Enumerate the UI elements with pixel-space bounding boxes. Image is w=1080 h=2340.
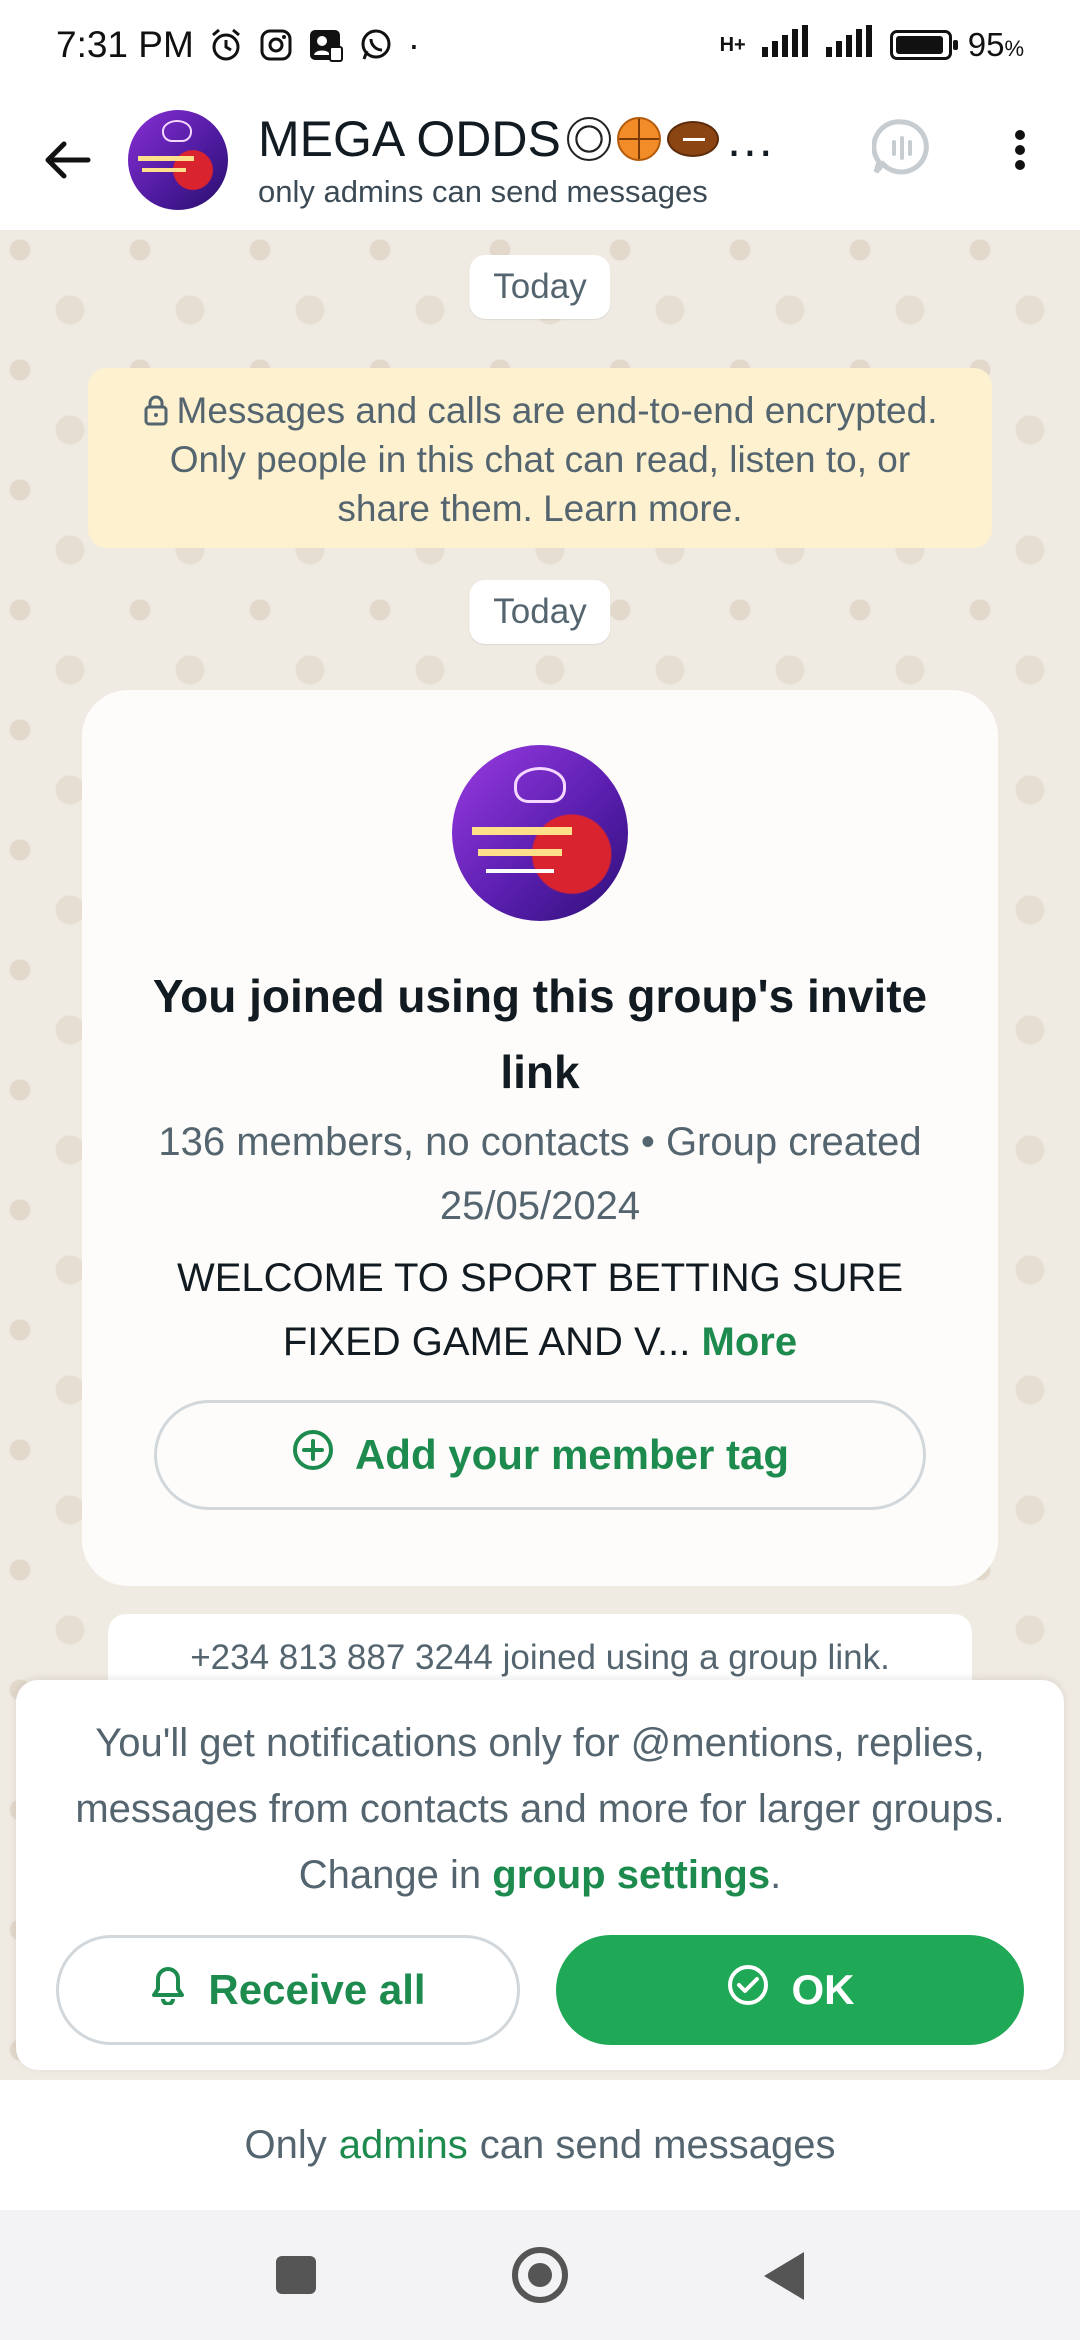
alarm-icon <box>208 27 244 63</box>
whatsapp-icon <box>358 27 394 63</box>
group-description[interactable]: WELCOME TO SPORT BETTING SURE FIXED GAME… <box>122 1246 958 1374</box>
admins-suffix: can send messages <box>479 2122 836 2167</box>
battery-percent: 95% <box>967 26 1024 63</box>
receive-all-button[interactable]: Receive all <box>56 1935 520 2045</box>
encryption-text: Messages and calls are end-to-end encryp… <box>169 390 938 529</box>
notification-text-end: . <box>770 1853 782 1897</box>
contact-card-icon <box>308 27 344 63</box>
status-bar: 7:31 PM · H+ 95% <box>0 0 1080 90</box>
status-right: H+ 95% <box>720 25 1024 65</box>
admins-link[interactable]: admins <box>339 2123 468 2168</box>
system-nav-bar <box>0 2210 1080 2340</box>
group-info[interactable]: MEGA ODDS … only admins can send message… <box>258 110 818 210</box>
add-circle-icon <box>291 1428 335 1482</box>
signal-icon <box>761 25 810 65</box>
basketball-emoji <box>616 117 661 161</box>
joined-title: You joined using this group's invite lin… <box>152 970 928 1098</box>
battery-level <box>895 36 944 54</box>
signal-icon-2 <box>825 25 874 65</box>
check-circle-icon <box>726 1963 770 2017</box>
battery-icon <box>889 30 958 60</box>
network-type: H+ <box>719 33 746 56</box>
voice-chat-icon[interactable] <box>871 118 932 178</box>
status-time: 7:31 PM <box>56 24 194 65</box>
ok-label: OK <box>791 1966 855 2013</box>
encryption-notice[interactable]: Messages and calls are end-to-end encryp… <box>88 368 992 548</box>
status-left: 7:31 PM · <box>56 24 420 66</box>
home-icon[interactable] <box>512 2247 568 2303</box>
add-member-tag-button[interactable]: Add your member tag <box>154 1400 926 1510</box>
chat-header: MEGA ODDS … only admins can send message… <box>0 90 1080 230</box>
notification-text: You'll get notifications only for @menti… <box>56 1710 1024 1908</box>
more-link[interactable]: More <box>702 1320 798 1364</box>
date-pill: Today <box>469 255 611 319</box>
status-dot: · <box>407 24 421 65</box>
soccer-ball-emoji <box>566 117 611 161</box>
group-subtitle: only admins can send messages <box>258 174 708 209</box>
ok-button[interactable]: OK <box>556 1935 1024 2045</box>
receive-all-label: Receive all <box>208 1966 426 2013</box>
group-avatar-large[interactable] <box>452 745 628 921</box>
group-meta: 136 members, no contacts • Group created… <box>158 1120 922 1228</box>
back-nav-icon[interactable] <box>764 2252 804 2300</box>
lock-icon <box>143 389 169 426</box>
group-title: MEGA ODDS … <box>258 110 818 168</box>
group-settings-link[interactable]: group settings <box>492 1853 770 1897</box>
football-emoji <box>666 121 719 157</box>
date-pill-2: Today <box>469 580 611 644</box>
notification-sheet: You'll get notifications only for @menti… <box>16 1680 1064 2070</box>
recents-icon[interactable] <box>276 2256 316 2294</box>
back-arrow-icon[interactable] <box>32 125 102 195</box>
title-ellipsis: … <box>724 111 775 167</box>
more-vert-icon[interactable] <box>1000 120 1040 180</box>
admins-prefix: Only <box>244 2122 327 2167</box>
group-avatar[interactable] <box>128 110 228 210</box>
bell-icon <box>150 1965 186 2015</box>
group-info-card: You joined using this group's invite lin… <box>82 690 998 1586</box>
admins-only-bar: Only admins can send messages <box>0 2080 1080 2210</box>
instagram-icon <box>258 27 294 63</box>
add-member-tag-label: Add your member tag <box>354 1431 790 1478</box>
group-title-text: MEGA ODDS <box>258 111 561 167</box>
